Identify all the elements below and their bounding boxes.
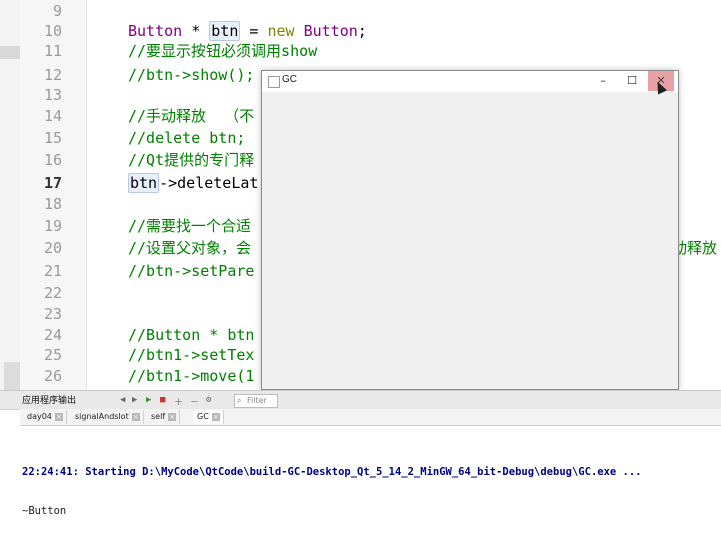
left-sidebar-strip	[0, 0, 20, 390]
prev-icon[interactable]: ◀	[120, 395, 125, 405]
code-line-26: //btn1->move(1	[128, 367, 255, 385]
code-line-14: //手动释放 （不	[128, 107, 255, 125]
minimize-button[interactable]: –	[590, 71, 616, 91]
gc-app-window[interactable]: GC – ☐ ✕	[261, 70, 679, 390]
output-tab-bar: day04 × signalAndslot × self × GC ×	[20, 409, 721, 426]
tab-self[interactable]: self ×	[148, 410, 181, 424]
close-tab-icon[interactable]: ×	[54, 412, 63, 421]
line-number: 14	[43, 107, 62, 125]
close-tab-icon[interactable]: ×	[131, 412, 140, 421]
line-number: 25	[43, 346, 62, 364]
window-titlebar[interactable]: GC – ☐ ✕	[262, 71, 678, 92]
add-icon[interactable]: ＋	[174, 395, 183, 408]
line-number: 24	[43, 326, 62, 344]
next-icon[interactable]: ▶	[132, 395, 137, 405]
maximize-button[interactable]: ☐	[619, 71, 645, 91]
app-icon	[268, 76, 280, 88]
code-line-12: //btn->show();	[128, 66, 255, 84]
current-line-number: 17	[43, 174, 62, 192]
filter-placeholder: Filter	[247, 396, 267, 405]
code-line-20: //设置父对象，会	[128, 239, 252, 257]
settings-icon[interactable]: ⚙	[206, 395, 211, 405]
code-line-11: //要显示按钮必须调用show	[128, 42, 318, 60]
line-number: 23	[43, 305, 62, 323]
stop-icon[interactable]: ■	[160, 395, 165, 405]
output-toolbar: 应用程序输出 ◀ ▶ ▶ ■ ＋ － ⚙ ⌕ Filter	[0, 390, 721, 410]
remove-icon[interactable]: －	[190, 395, 199, 408]
output-line: ~Button	[22, 505, 67, 517]
output-line: 22:24:41: Starting D:\MyCode\QtCode\buil…	[22, 466, 642, 478]
variable-highlight: btn	[209, 21, 241, 41]
output-log: 22:24:41: Starting D:\MyCode\QtCode\buil…	[22, 440, 642, 544]
code-line-25: //btn1->setTex	[128, 346, 255, 364]
tab-day04[interactable]: day04 ×	[24, 410, 67, 424]
code-line-15: //delete btn;	[128, 129, 246, 147]
code-line-21: //btn->setPare	[128, 262, 255, 280]
output-pane-title: 应用程序输出	[22, 396, 77, 406]
line-number: 9	[52, 2, 62, 20]
line-number-gutter: 9 10 11 12 13 14 15 16 17 18 19 20 21 22…	[20, 0, 87, 390]
panel-toggle[interactable]	[4, 362, 20, 390]
close-tab-icon[interactable]: ×	[211, 412, 220, 421]
run-icon[interactable]: ▶	[146, 395, 151, 405]
tab-signalandslot[interactable]: signalAndslot ×	[72, 410, 144, 424]
application-output-pane: 应用程序输出 ◀ ▶ ▶ ■ ＋ － ⚙ ⌕ Filter day04 × sig…	[0, 390, 721, 517]
line-number: 12	[43, 66, 62, 84]
variable-highlight: btn	[128, 173, 160, 193]
line-number: 21	[43, 262, 62, 280]
window-title: GC	[282, 74, 297, 85]
line-number: 11	[43, 42, 62, 60]
close-tab-icon[interactable]: ×	[168, 412, 177, 421]
code-line-19: //需要找一个合适	[128, 217, 252, 235]
line-number: 13	[43, 86, 62, 104]
line-number: 19	[43, 217, 62, 235]
line-number: 16	[43, 151, 62, 169]
code-line-16: //Qt提供的专门释	[128, 151, 255, 169]
line-number: 15	[43, 129, 62, 147]
code-line-10: Button * btn = new Button;	[128, 21, 367, 41]
code-line-17: btn ->deleteLat	[128, 173, 259, 193]
window-client-area	[262, 92, 678, 389]
line-number: 22	[43, 284, 62, 302]
filter-input[interactable]: ⌕ Filter	[234, 394, 278, 408]
search-icon: ⌕	[237, 396, 242, 405]
line-number: 26	[43, 367, 62, 385]
line-number: 10	[43, 22, 62, 40]
code-line-24: //Button * btn	[128, 326, 255, 344]
line-number: 20	[43, 239, 62, 257]
line-number: 18	[43, 195, 62, 213]
tab-gc[interactable]: GC ×	[194, 410, 224, 424]
